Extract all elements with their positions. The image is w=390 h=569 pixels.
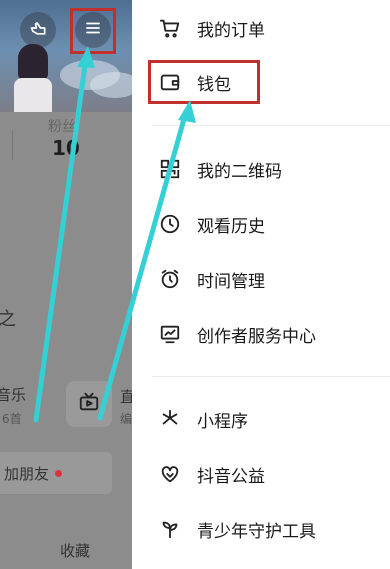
hand-button[interactable] — [20, 12, 56, 48]
menu-item-youth-protection[interactable]: 青少年守护工具 — [157, 509, 316, 549]
menu-item-creator-center[interactable]: 创作者服务中心 — [157, 314, 316, 354]
music-count: 6首 — [2, 412, 22, 426]
chart-icon — [157, 322, 183, 346]
avatar-figure — [18, 44, 48, 80]
qrcode-icon — [157, 157, 183, 181]
live-label-fragment: 直 — [120, 388, 132, 406]
heart-icon — [157, 462, 183, 486]
side-drawer-menu: 我的订单 钱包 我的二维码 观看历史 时间管理 创作者服务中心 小程序 抖音公益… — [132, 0, 390, 569]
menu-item-mini-program[interactable]: 小程序 — [157, 399, 248, 439]
add-friend-label: 加朋友 — [4, 464, 50, 483]
clock-icon — [157, 212, 183, 236]
divider — [152, 376, 390, 377]
cart-icon — [157, 16, 183, 40]
section-fragment: 之 — [0, 309, 16, 330]
divider — [152, 125, 390, 126]
live-sub-fragment: 编 — [120, 412, 132, 426]
hand-icon — [28, 18, 48, 42]
favorites-tab[interactable]: 收藏 — [60, 540, 90, 561]
profile-page-dimmed: 粉丝 10 之 音乐 6首 直 编 加朋友 收藏 — [0, 0, 132, 569]
menu-item-qrcode[interactable]: 我的二维码 — [157, 149, 282, 189]
profile-card — [0, 112, 132, 569]
menu-item-time-management[interactable]: 时间管理 — [157, 259, 265, 299]
menu-item-watch-history[interactable]: 观看历史 — [157, 204, 265, 244]
menu-item-charity[interactable]: 抖音公益 — [157, 454, 265, 494]
notification-dot — [55, 469, 63, 477]
music-label: 音乐 — [0, 386, 27, 404]
sprout-icon — [157, 517, 183, 541]
menu-button-highlight — [70, 8, 116, 54]
alarm-icon — [157, 267, 183, 291]
fans-count: 10 — [52, 136, 80, 160]
fans-label: 粉丝 — [48, 119, 76, 135]
add-friend-button[interactable]: 加朋友 — [0, 452, 112, 494]
asterisk-icon — [157, 407, 183, 431]
menu-item-orders[interactable]: 我的订单 — [157, 8, 265, 48]
tv-icon — [78, 391, 100, 417]
live-entry-button[interactable] — [66, 381, 112, 427]
wallet-highlight — [148, 60, 260, 104]
stat-divider — [12, 130, 13, 160]
